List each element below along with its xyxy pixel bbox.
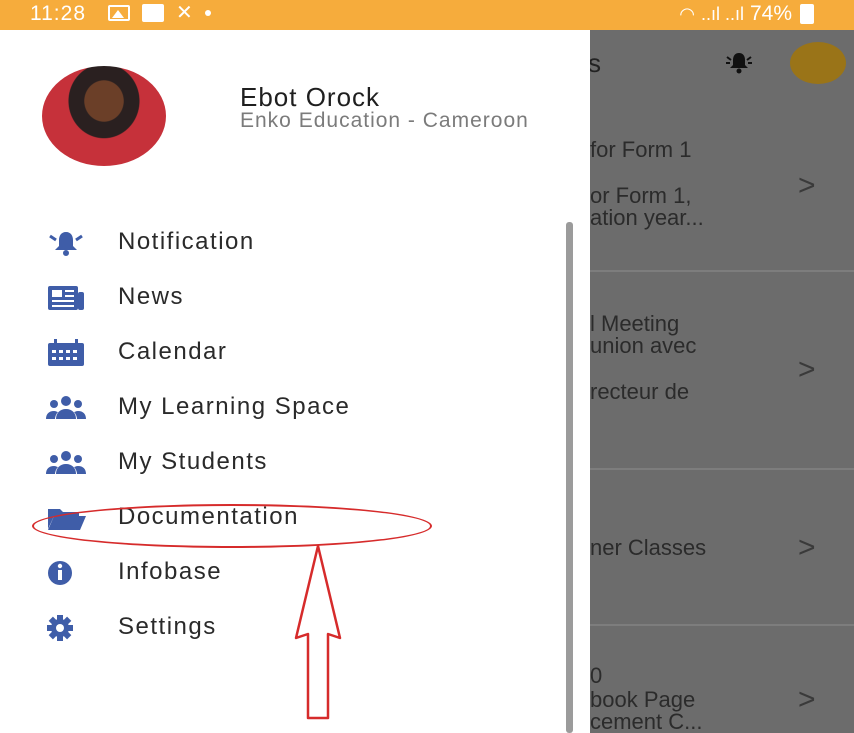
menu-item-label: Infobase xyxy=(118,558,223,585)
menu-item-label: My Students xyxy=(118,448,268,475)
menu-item-infobase[interactable]: Infobase xyxy=(0,550,560,596)
newspaper-icon xyxy=(44,283,88,313)
background-header: s xyxy=(590,30,854,100)
menu-item-label: Calendar xyxy=(118,338,228,365)
chevron-right-icon: > xyxy=(798,531,816,564)
users-icon xyxy=(44,393,88,423)
chevron-right-icon: > xyxy=(798,169,816,202)
status-right: ◠ ..ıl ..ıl 74% xyxy=(679,2,814,26)
list-item: for Form 1 or Form 1, ation year... > xyxy=(590,130,854,272)
chevron-right-icon: > xyxy=(798,353,816,386)
calendar-icon xyxy=(44,338,88,368)
battery-icon xyxy=(800,4,814,24)
list-item-text: ner Classes xyxy=(590,535,707,560)
info-icon xyxy=(44,558,88,588)
list-item: 0 book Page cement C... > xyxy=(590,628,854,733)
profile-avatar[interactable] xyxy=(42,66,166,166)
menu-item-label: My Learning Space xyxy=(118,393,351,420)
menu-item-my-students[interactable]: My Students xyxy=(0,440,560,486)
annotation-arrow xyxy=(294,544,342,720)
list-item-text: 0 xyxy=(590,663,603,688)
battery-percent: 74% xyxy=(749,2,792,25)
users-icon xyxy=(44,448,88,478)
tools-icon: ✕ xyxy=(176,2,193,24)
background-app: s for Form 1 or Form 1, ation year... > … xyxy=(590,30,854,733)
menu-item-settings[interactable]: Settings xyxy=(0,605,560,651)
gear-icon xyxy=(44,613,88,643)
menu-item-label: Notification xyxy=(118,228,255,255)
profile-organization: Enko Education - Cameroon xyxy=(240,109,529,132)
list-item-text: recteur de xyxy=(590,379,690,404)
header-avatar xyxy=(790,42,846,84)
status-notification-icons: ✕ xyxy=(108,2,211,24)
list-item-text: for Form 1 xyxy=(590,137,692,162)
menu-item-label: Settings xyxy=(118,613,217,640)
bell-icon xyxy=(44,228,88,258)
bell-icon xyxy=(724,50,754,82)
list-item: ner Classes > xyxy=(590,472,854,626)
highlight-ellipse xyxy=(32,504,432,548)
signal-icon: ..ıl ..ıl xyxy=(700,3,744,24)
list-item-text: cement C... xyxy=(590,709,703,733)
menu-item-news[interactable]: News xyxy=(0,275,560,321)
status-bar: 11:28 ✕ ◠ ..ıl ..ıl 74% xyxy=(0,0,854,30)
calendar-status-icon xyxy=(142,4,164,22)
background-title-fragment: s xyxy=(590,48,601,78)
status-time: 11:28 xyxy=(30,2,86,25)
wifi-icon: ◠ xyxy=(679,3,695,24)
chevron-right-icon: > xyxy=(798,683,816,716)
menu-item-label: News xyxy=(118,283,185,310)
image-icon xyxy=(108,5,130,21)
list-item: l Meeting union avec recteur de > xyxy=(590,274,854,470)
list-item-text: union avec xyxy=(590,333,697,358)
menu-item-my-learning-space[interactable]: My Learning Space xyxy=(0,385,560,431)
menu-item-notification[interactable]: Notification xyxy=(0,220,560,266)
drawer-scrollbar[interactable] xyxy=(566,222,573,733)
list-item-text: ation year... xyxy=(590,205,704,230)
dot-icon xyxy=(204,10,211,16)
menu-item-calendar[interactable]: Calendar xyxy=(0,330,560,376)
